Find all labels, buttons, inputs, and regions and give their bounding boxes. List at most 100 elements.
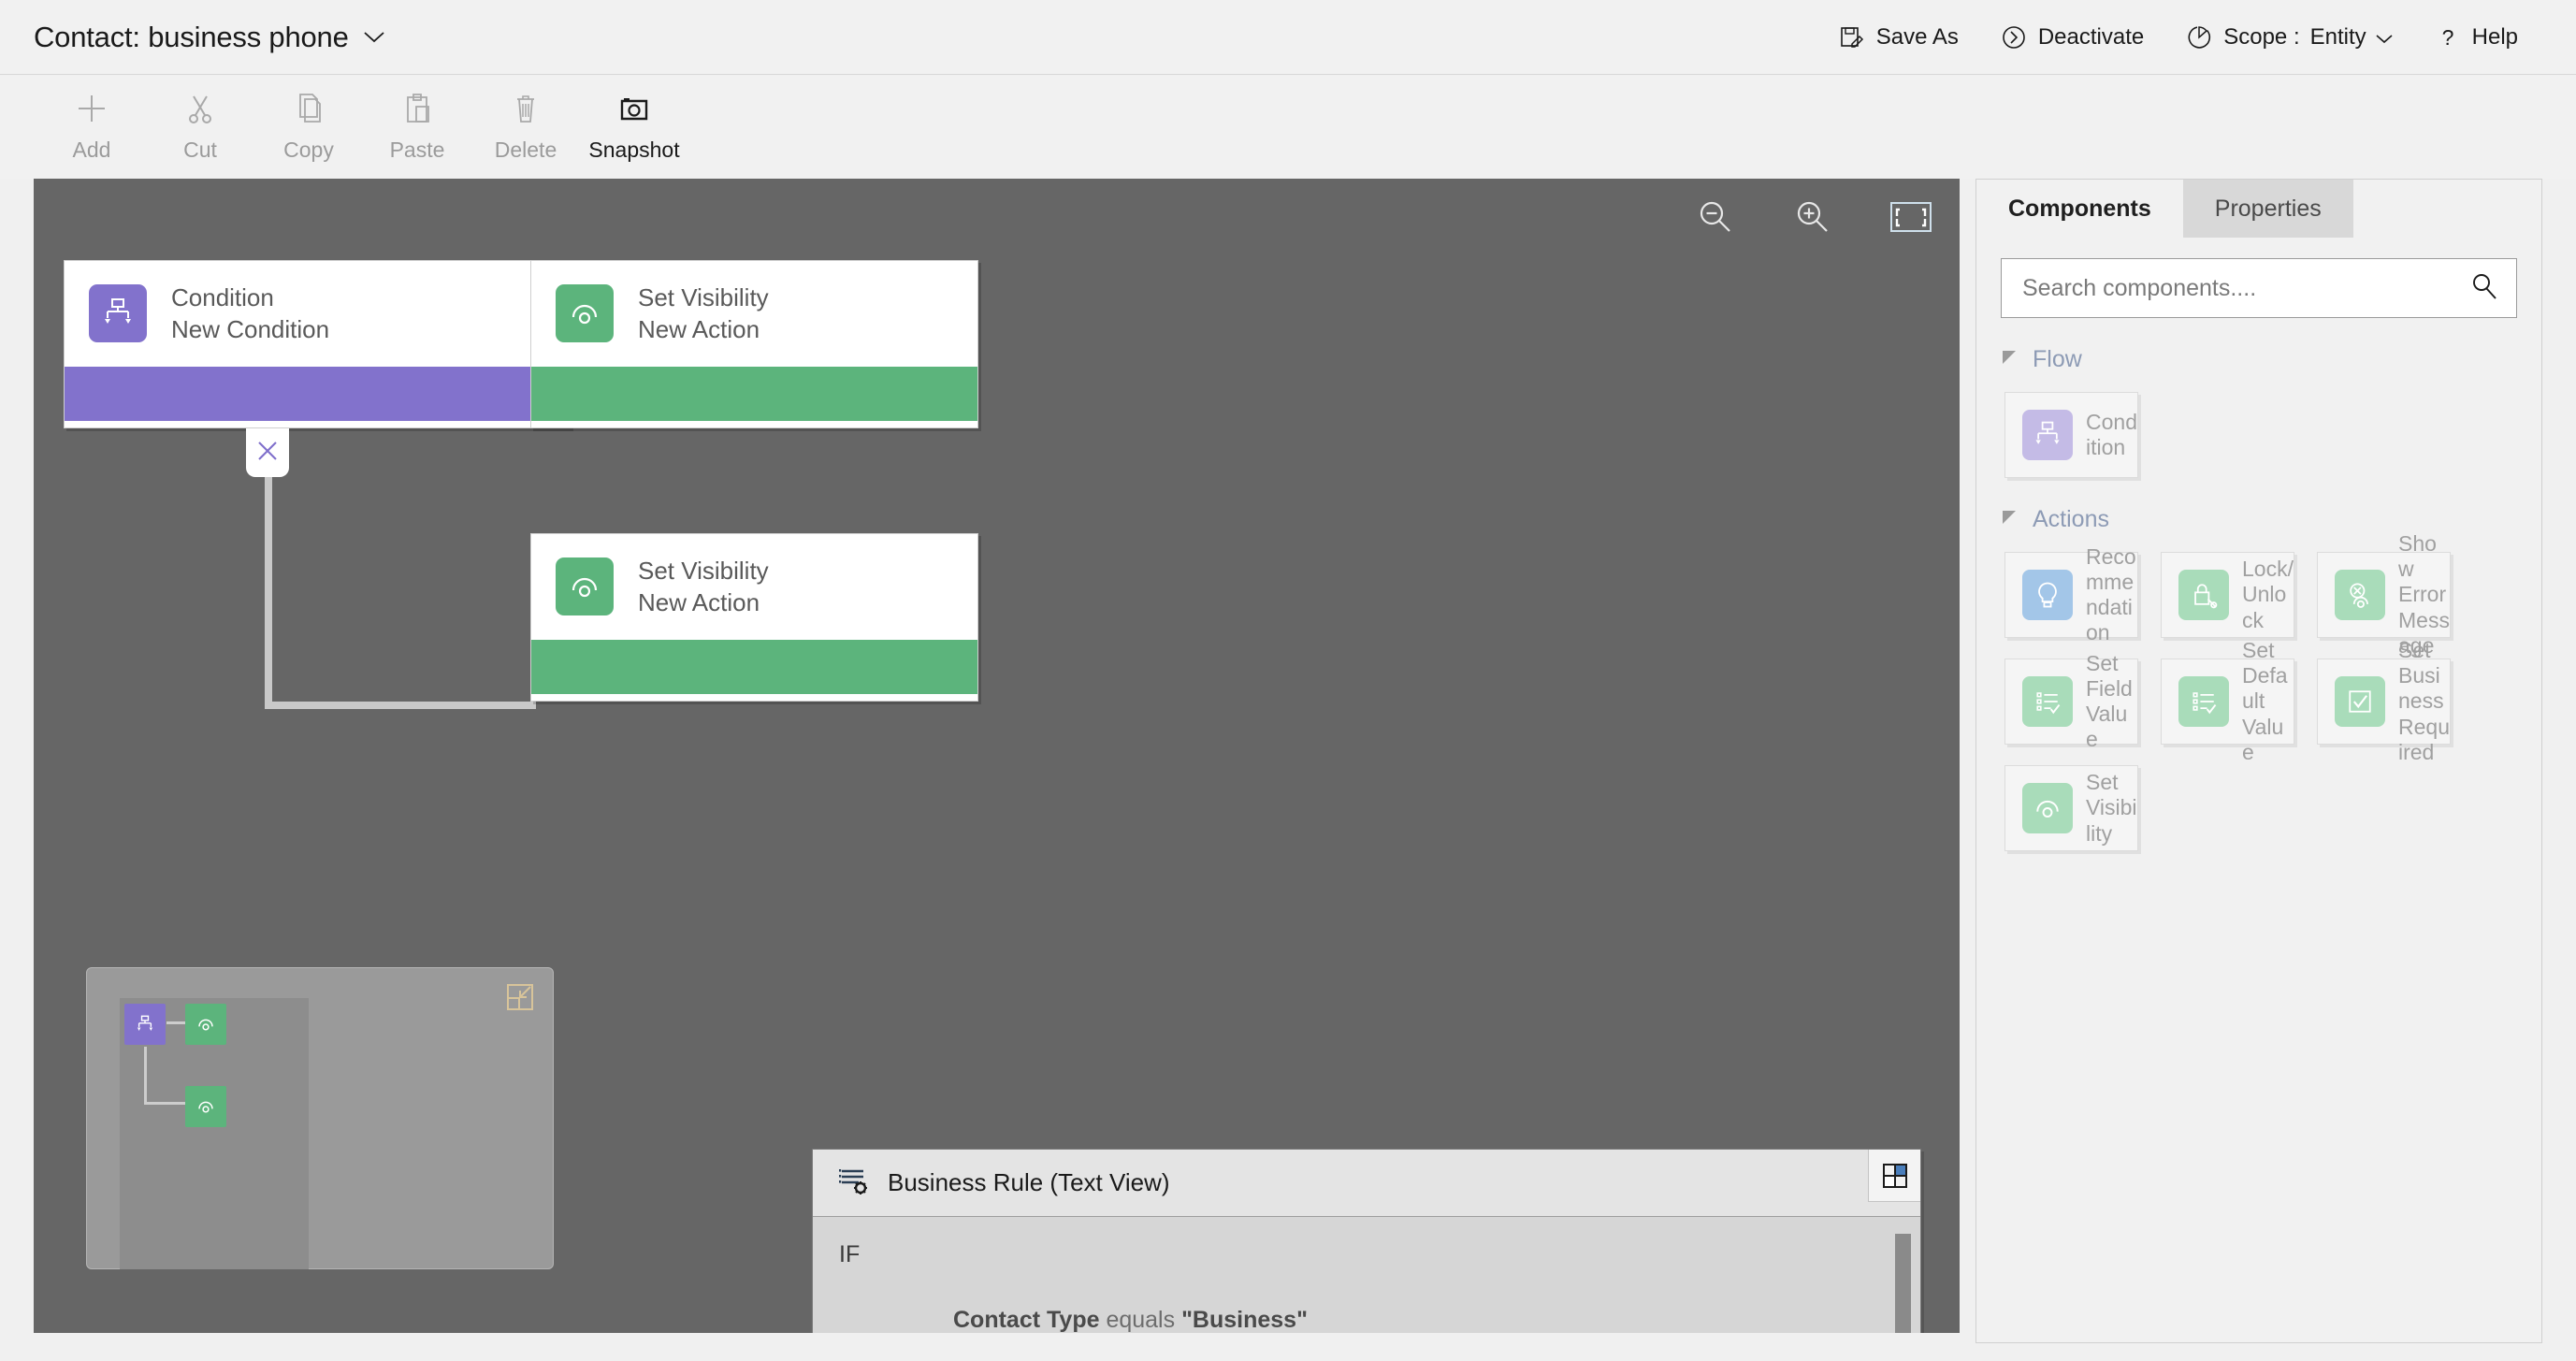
branch-badge-false[interactable]	[246, 428, 289, 477]
snapshot-label: Snapshot	[588, 138, 680, 162]
tile-set-business-required[interactable]: Set Business Required	[2317, 638, 2451, 764]
scope-value-dropdown[interactable]: Entity	[2310, 24, 2393, 51]
section-header-flow[interactable]: Flow	[2001, 346, 2541, 373]
page-title: Contact: business phone	[34, 20, 349, 53]
scope-icon	[2185, 23, 2213, 51]
minimap-node-action-false	[185, 1086, 226, 1127]
tile-label: Set Visibility	[2086, 770, 2137, 846]
keyword-if: IF	[839, 1241, 861, 1267]
lock-key-icon	[2178, 570, 2229, 620]
paste-button[interactable]: Paste	[363, 76, 471, 163]
condition-field: Contact Type	[953, 1307, 1100, 1333]
business-rule-panel-title: Business Rule (Text View)	[888, 1168, 1170, 1196]
tile-set-default-value[interactable]: Set Default Value	[2161, 638, 2294, 764]
field-value-icon	[2022, 676, 2073, 727]
tile-label: Set Default Value	[2242, 638, 2288, 764]
chevron-down-icon[interactable]	[364, 31, 384, 43]
delete-button[interactable]: Delete	[471, 76, 580, 163]
scissors-icon	[181, 89, 219, 128]
tile-show-error-message[interactable]: Show Error Message	[2317, 531, 2451, 658]
minimap-node-action-true	[185, 1004, 226, 1045]
node-name: New Condition	[171, 315, 330, 344]
minimap-connector-vertical	[144, 1047, 147, 1105]
node-footer	[531, 366, 977, 421]
tab-components-label: Components	[2008, 195, 2151, 222]
node-header: Condition New Condition	[65, 261, 570, 367]
tile-lock-unlock[interactable]: Lock/ Unlock	[2161, 552, 2294, 638]
deactivate-icon	[2000, 23, 2028, 51]
collapse-minimap-icon[interactable]	[504, 981, 536, 1013]
triangle-collapse-icon	[2001, 508, 2019, 531]
node-header: Set Visibility New Action	[531, 261, 977, 367]
search-box[interactable]	[2001, 258, 2517, 318]
svg-text:?: ?	[2441, 25, 2453, 50]
save-as-button[interactable]: Save As	[1817, 16, 1979, 59]
chevron-down-icon	[2376, 24, 2393, 51]
tab-components[interactable]: Components	[1976, 180, 2183, 238]
business-rule-panel-header: Business Rule (Text View)	[813, 1150, 1920, 1217]
connector-false-vertical	[265, 456, 272, 708]
cut-button[interactable]: Cut	[146, 76, 254, 163]
tile-label: Set Field Value	[2086, 650, 2133, 752]
eye-visibility-icon	[2022, 783, 2073, 833]
canvas-minimap[interactable]	[86, 967, 554, 1269]
save-as-icon	[1838, 23, 1866, 51]
condition-branch-icon	[2022, 410, 2073, 460]
canvas-node-set-visibility-false[interactable]: Set Visibility New Action	[530, 533, 978, 702]
tile-grid-actions: Recommendation Lock/ Unlock Show Error M…	[1976, 531, 2500, 851]
tile-recommendation[interactable]: Recommendation	[2004, 544, 2138, 644]
node-type: Condition	[171, 283, 274, 311]
scope-button[interactable]: Scope : Entity	[2164, 16, 2412, 59]
triangle-collapse-icon	[2001, 348, 2019, 371]
save-as-label: Save As	[1875, 23, 1959, 50]
minimap-connector-horizontal	[144, 1102, 185, 1105]
scope-value: Entity	[2309, 23, 2366, 50]
node-labels: Set Visibility New Action	[638, 282, 769, 346]
business-rule-scrollbar[interactable]	[1895, 1234, 1911, 1333]
tab-properties-label: Properties	[2214, 195, 2322, 222]
fit-screen-icon[interactable]	[1890, 202, 1932, 232]
help-button[interactable]: ? Help	[2413, 16, 2539, 59]
condition-statement: Contact Type equals "Business"	[953, 1307, 1308, 1333]
condition-branch-icon	[89, 284, 147, 343]
section-header-actions[interactable]: Actions	[2001, 506, 2541, 533]
deactivate-button[interactable]: Deactivate	[1979, 16, 2164, 59]
tab-properties[interactable]: Properties	[2182, 180, 2353, 238]
node-type: Set Visibility	[638, 283, 769, 311]
minimap-node-condition	[124, 1004, 166, 1045]
business-rule-text-view-panel[interactable]: Business Rule (Text View) IF Contact Typ…	[812, 1149, 1921, 1333]
magnifier-minus-icon[interactable]	[1696, 197, 1735, 237]
paste-label: Paste	[389, 138, 445, 162]
tile-label: Condition	[2086, 409, 2137, 459]
business-rule-canvas[interactable]: Condition New Condition Set Visibility N…	[34, 179, 1960, 1333]
field-value-icon	[2178, 676, 2229, 727]
condition-operator: equals	[1099, 1307, 1182, 1333]
copy-icon	[290, 89, 327, 128]
top-bar: Contact: business phone Save As Deactiva…	[0, 0, 2576, 75]
search-input[interactable]	[2022, 274, 2469, 302]
delete-label: Delete	[494, 138, 557, 162]
canvas-node-condition[interactable]: Condition New Condition	[64, 260, 571, 428]
close-x-icon	[256, 440, 279, 467]
canvas-node-set-visibility-true[interactable]: Set Visibility New Action	[530, 260, 978, 428]
snapshot-button[interactable]: Snapshot	[580, 76, 688, 163]
minimap-viewport[interactable]	[120, 998, 309, 1269]
connector-false-horizontal	[265, 702, 536, 709]
copy-button[interactable]: Copy	[254, 76, 363, 163]
page-title-dropdown[interactable]: Contact: business phone	[34, 21, 384, 54]
node-name: New Action	[638, 588, 760, 617]
search-container	[1976, 238, 2541, 318]
tile-label: Set Business Required	[2398, 638, 2450, 764]
business-rule-text-body: IF Contact Type equals "Business" THEN S…	[813, 1217, 1920, 1333]
business-rule-icon	[839, 1165, 871, 1201]
search-icon[interactable]	[2469, 271, 2499, 306]
tile-condition[interactable]: Condition	[2004, 392, 2138, 478]
restore-window-icon[interactable]	[1868, 1150, 1920, 1202]
right-panel: Components Properties Flow	[1975, 179, 2542, 1343]
tile-label: Lock/ Unlock	[2242, 557, 2294, 632]
tile-set-field-value[interactable]: Set Field Value	[2004, 651, 2138, 751]
node-header: Set Visibility New Action	[531, 534, 977, 640]
magnifier-plus-icon[interactable]	[1793, 197, 1832, 237]
tile-set-visibility[interactable]: Set Visibility	[2004, 765, 2138, 851]
add-button[interactable]: Add	[37, 76, 146, 163]
